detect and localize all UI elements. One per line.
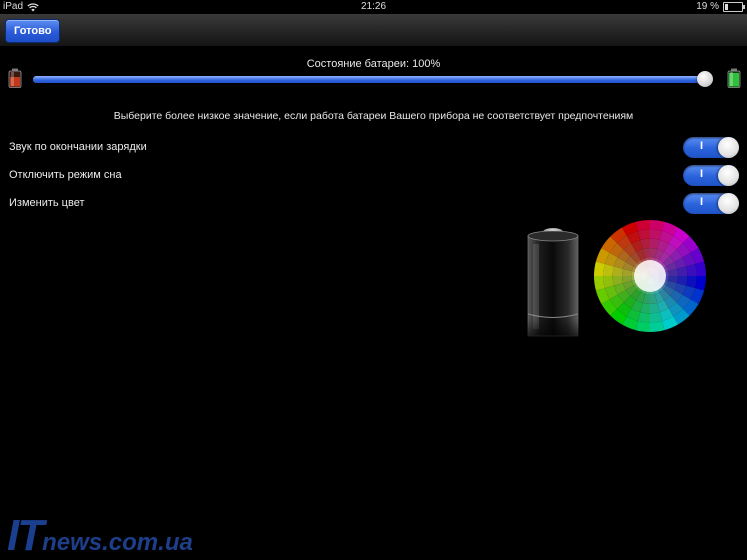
battery-slider-thumb[interactable] xyxy=(697,71,713,87)
watermark-it: IT xyxy=(7,511,44,560)
setting-row-change-color: Изменить цвет I xyxy=(0,193,747,215)
watermark-domain: news.com.ua xyxy=(42,529,193,556)
switch-knob xyxy=(718,193,739,214)
battery-state-label: Состояние батареи: 100% xyxy=(306,58,441,70)
color-wheel-segment[interactable] xyxy=(650,220,665,231)
color-wheel-segment[interactable] xyxy=(635,220,650,231)
status-time: 21:26 xyxy=(360,1,387,12)
status-bar: iPad 21:26 19 % xyxy=(0,0,747,14)
color-wheel-segment[interactable] xyxy=(635,321,650,332)
status-bar-right: 19 % xyxy=(696,0,745,14)
disable-sleep-label: Отключить режим сна xyxy=(9,169,122,181)
watermark-logo: IT news.com.ua xyxy=(7,512,193,558)
battery-status-icon xyxy=(723,2,745,12)
charge-sound-label: Звук по окончании зарядки xyxy=(9,141,147,153)
color-wheel-segment[interactable] xyxy=(594,261,605,276)
full-battery-icon xyxy=(727,68,741,88)
color-wheel-segment[interactable] xyxy=(594,276,605,291)
disable-sleep-switch[interactable]: I xyxy=(683,165,739,186)
change-color-label: Изменить цвет xyxy=(9,197,85,209)
switch-on-label: I xyxy=(700,168,704,180)
color-wheel-segment[interactable] xyxy=(650,321,665,332)
change-color-switch[interactable]: I xyxy=(683,193,739,214)
hint-text: Выберите более низкое значение, если раб… xyxy=(113,110,634,122)
battery-status-fill xyxy=(725,4,728,10)
color-wheel-segment[interactable] xyxy=(695,261,706,276)
switch-knob xyxy=(718,137,739,158)
switch-knob xyxy=(718,165,739,186)
battery-slider[interactable] xyxy=(33,76,713,83)
empty-battery-icon xyxy=(8,68,22,88)
setting-row-charge-sound: Звук по окончании зарядки I xyxy=(0,137,747,159)
navigation-bar: Готово xyxy=(0,14,747,47)
battery-slider-fill xyxy=(33,76,713,83)
battery-preview-icon xyxy=(523,228,583,346)
battery-percent: 19 % xyxy=(696,1,719,12)
setting-row-disable-sleep: Отключить режим сна I xyxy=(0,165,747,187)
charge-sound-switch[interactable]: I xyxy=(683,137,739,158)
switch-on-label: I xyxy=(700,196,704,208)
done-button[interactable]: Готово xyxy=(5,19,61,43)
switch-on-label: I xyxy=(700,140,704,152)
color-wheel-segment[interactable] xyxy=(695,276,706,291)
color-wheel[interactable] xyxy=(593,219,707,333)
color-wheel-center xyxy=(634,260,666,292)
